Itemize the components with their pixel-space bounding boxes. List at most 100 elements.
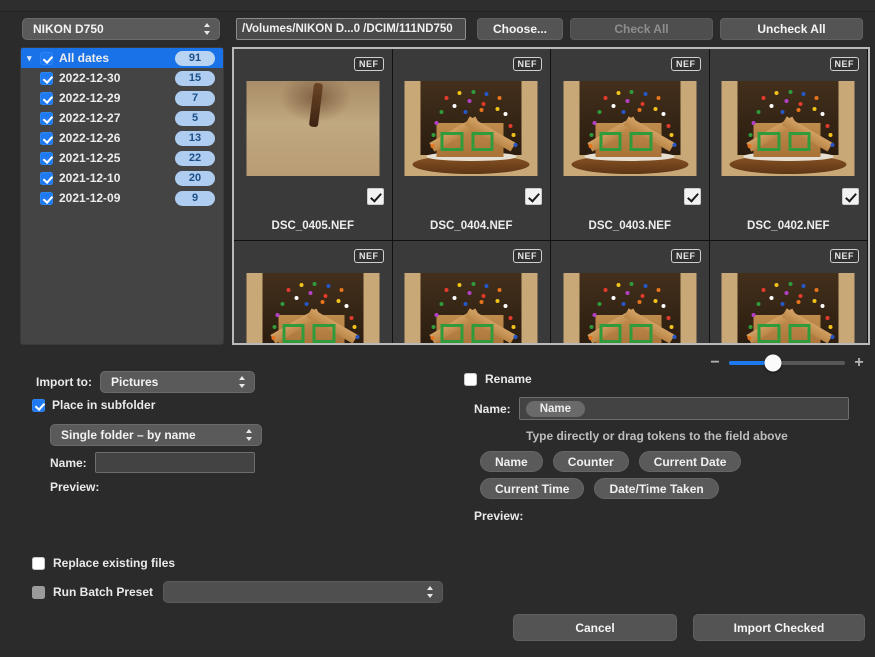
date-label: 2021-12-09	[59, 191, 175, 205]
date-label: 2021-12-10	[59, 171, 175, 185]
stepper-arrows-icon	[243, 426, 255, 444]
import-to-dropdown[interactable]: Pictures	[100, 371, 255, 393]
subfolder-mode-dropdown[interactable]: Single folder – by name	[50, 424, 262, 446]
date-list-item[interactable]: 2022-12-297	[21, 88, 223, 108]
thumbnail-image	[405, 273, 538, 345]
thumbnail-image	[246, 81, 379, 176]
checkbox-icon[interactable]	[464, 373, 477, 386]
thumbnail-filename: DSC_0404.NEF	[393, 220, 551, 232]
stepper-arrows-icon	[424, 583, 436, 601]
date-list-item[interactable]: 2021-12-1020	[21, 168, 223, 188]
zoom-out-icon[interactable]: −	[707, 354, 723, 372]
thumbnail-checkbox[interactable]	[684, 188, 701, 205]
thumbnail-cell[interactable]: NEF	[551, 241, 710, 345]
date-count-badge: 7	[175, 91, 215, 106]
date-label: All dates	[59, 51, 175, 65]
file-format-badge: NEF	[354, 249, 384, 263]
cancel-button[interactable]: Cancel	[513, 614, 677, 641]
title-bar	[0, 0, 875, 12]
thumbnail-browser[interactable]: NEFDSC_0405.NEFNEFDSC_0404.NEFNEFDSC_040…	[232, 47, 870, 345]
rename-token-button[interactable]: Counter	[553, 451, 629, 472]
date-count-badge: 15	[175, 71, 215, 86]
checkbox-icon[interactable]	[40, 152, 53, 165]
date-count-badge: 5	[175, 111, 215, 126]
subfolder-name-label: Name:	[50, 456, 87, 470]
thumbnail-checkbox[interactable]	[367, 188, 384, 205]
name-token[interactable]: Name	[526, 401, 585, 417]
rename-token-button[interactable]: Date/Time Taken	[594, 478, 718, 499]
source-path-field[interactable]: /Volumes/NIKON D...0 /DCIM/111ND750	[236, 18, 466, 40]
batch-preset-dropdown[interactable]	[163, 581, 443, 603]
date-list-item[interactable]: 2021-12-099	[21, 188, 223, 208]
file-format-badge: NEF	[830, 249, 860, 263]
rename-checkbox[interactable]: Rename	[464, 372, 532, 386]
rename-name-input[interactable]: Name	[519, 397, 849, 420]
zoom-in-icon[interactable]: +	[851, 354, 867, 372]
thumbnail-cell[interactable]: NEFDSC_0402.NEF	[710, 49, 869, 241]
thumbnail-checkbox[interactable]	[525, 188, 542, 205]
thumbnail-checkbox[interactable]	[842, 188, 859, 205]
toolbar: NIKON D750 /Volumes/NIKON D...0 /DCIM/11…	[0, 13, 875, 45]
checkbox-icon[interactable]	[40, 92, 53, 105]
place-in-subfolder-checkbox[interactable]: Place in subfolder	[32, 398, 155, 412]
thumbnail-cell[interactable]: NEFDSC_0405.NEF	[234, 49, 393, 241]
file-format-badge: NEF	[671, 249, 701, 263]
checkbox-icon[interactable]	[32, 586, 45, 599]
checkbox-icon[interactable]	[40, 192, 53, 205]
rename-token-button[interactable]: Current Date	[639, 451, 742, 472]
date-label: 2022-12-29	[59, 91, 175, 105]
date-list-item[interactable]: 2021-12-2522	[21, 148, 223, 168]
rename-name-label: Name:	[474, 402, 511, 416]
date-label: 2022-12-30	[59, 71, 175, 85]
dates-list-panel[interactable]: ▾All dates912022-12-30152022-12-2972022-…	[20, 47, 224, 345]
thumbnail-cell[interactable]: NEF	[393, 241, 552, 345]
date-count-badge: 9	[175, 191, 215, 206]
rename-token-button[interactable]: Name	[480, 451, 543, 472]
thumbnail-image	[405, 81, 538, 176]
rename-label: Rename	[485, 372, 532, 386]
checkbox-icon[interactable]	[40, 52, 53, 65]
date-list-item[interactable]: 2022-12-2613	[21, 128, 223, 148]
date-count-badge: 91	[175, 51, 215, 66]
file-format-badge: NEF	[830, 57, 860, 71]
import-checked-button[interactable]: Import Checked	[693, 614, 865, 641]
file-format-badge: NEF	[513, 57, 543, 71]
checkbox-icon[interactable]	[32, 399, 45, 412]
thumbnail-image	[563, 81, 696, 176]
thumbnail-cell[interactable]: NEF DSC_0404.NEF	[393, 49, 552, 241]
run-batch-preset-row[interactable]: Run Batch Preset	[32, 581, 443, 603]
uncheck-all-button[interactable]: Uncheck All	[720, 18, 863, 40]
rename-preview-label: Preview:	[474, 509, 523, 523]
checkbox-icon[interactable]	[40, 132, 53, 145]
checkbox-icon[interactable]	[32, 557, 45, 570]
subfolder-preview-label: Preview:	[50, 480, 99, 494]
date-count-badge: 22	[175, 151, 215, 166]
checkbox-icon[interactable]	[40, 172, 53, 185]
date-count-badge: 20	[175, 171, 215, 186]
zoom-slider-track[interactable]	[729, 361, 845, 365]
token-buttons-row-1: Name Counter Current Date	[480, 451, 741, 472]
subfolder-name-row: Name:	[50, 452, 255, 473]
thumbnail-zoom-slider[interactable]: − +	[707, 352, 867, 374]
checkbox-icon[interactable]	[40, 112, 53, 125]
replace-existing-files-checkbox[interactable]: Replace existing files	[32, 556, 175, 570]
thumbnail-cell[interactable]: NEF	[710, 241, 869, 345]
thumbnail-cell[interactable]: NEFDSC_0403.NEF	[551, 49, 710, 241]
subfolder-name-input[interactable]	[95, 452, 255, 473]
checkbox-icon[interactable]	[40, 72, 53, 85]
check-all-button[interactable]: Check All	[570, 18, 713, 40]
file-format-badge: NEF	[513, 249, 543, 263]
thumbnail-cell[interactable]: NEF	[234, 241, 393, 345]
date-list-item[interactable]: 2022-12-3015	[21, 68, 223, 88]
date-list-item[interactable]: 2022-12-275	[21, 108, 223, 128]
zoom-slider-knob[interactable]	[765, 355, 782, 372]
choose-button[interactable]: Choose...	[477, 18, 563, 40]
camera-source-dropdown[interactable]: NIKON D750	[22, 18, 220, 40]
place-in-subfolder-label: Place in subfolder	[52, 398, 155, 412]
stepper-arrows-icon	[201, 20, 213, 38]
import-to-value: Pictures	[111, 375, 230, 389]
chevron-down-icon[interactable]: ▾	[27, 54, 40, 63]
date-list-item[interactable]: ▾ All dates91	[21, 48, 223, 68]
camera-source-label: NIKON D750	[33, 22, 195, 36]
rename-token-button[interactable]: Current Time	[480, 478, 584, 499]
